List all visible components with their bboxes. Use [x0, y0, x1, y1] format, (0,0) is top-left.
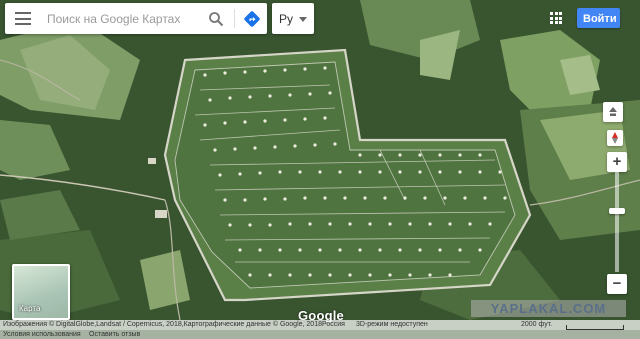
region-link[interactable]: Россия [322, 320, 345, 330]
zoom-slider-track[interactable] [615, 172, 619, 272]
terms-link[interactable]: Условия использования [3, 330, 81, 339]
directions-icon[interactable] [243, 10, 261, 28]
feedback-link[interactable]: Оставить отзыв [89, 330, 140, 339]
hamburger-menu-icon[interactable] [15, 12, 31, 25]
language-label: Ру [279, 12, 294, 26]
search-box [5, 3, 267, 34]
apps-grid-icon[interactable] [550, 12, 562, 24]
footer-attribution-row: Изображения © DigitalGlobe,Landsat / Cop… [0, 320, 640, 330]
map-type-label: Карта [19, 304, 41, 313]
scale-label[interactable]: 2000 фут. [521, 320, 552, 330]
zoom-in-button[interactable]: + [607, 152, 627, 172]
footer-links-row: Условия использования Оставить отзыв [0, 330, 640, 339]
compass-icon[interactable] [607, 130, 623, 146]
signin-button[interactable]: Войти [577, 8, 620, 28]
notice-text: 3D-режим недоступен [356, 321, 428, 328]
search-input[interactable] [45, 9, 199, 29]
satellite-imagery [0, 0, 640, 339]
attribution-text: Изображения © DigitalGlobe,Landsat / Cop… [3, 321, 322, 328]
search-icon[interactable] [208, 11, 224, 27]
watermark: YAPLAKAL.COM [471, 300, 626, 317]
search-divider [234, 9, 235, 28]
satellite-map[interactable] [0, 0, 640, 339]
tilt-icon[interactable] [603, 102, 623, 122]
footer: Изображения © DigitalGlobe,Landsat / Cop… [0, 320, 640, 339]
zoom-control: + − [603, 150, 631, 296]
language-selector[interactable]: Ру [272, 3, 314, 34]
zoom-slider-handle[interactable] [609, 208, 625, 214]
map-type-toggle[interactable]: Карта [12, 264, 70, 320]
chevron-down-icon [299, 17, 307, 22]
zoom-out-button[interactable]: − [607, 274, 627, 294]
